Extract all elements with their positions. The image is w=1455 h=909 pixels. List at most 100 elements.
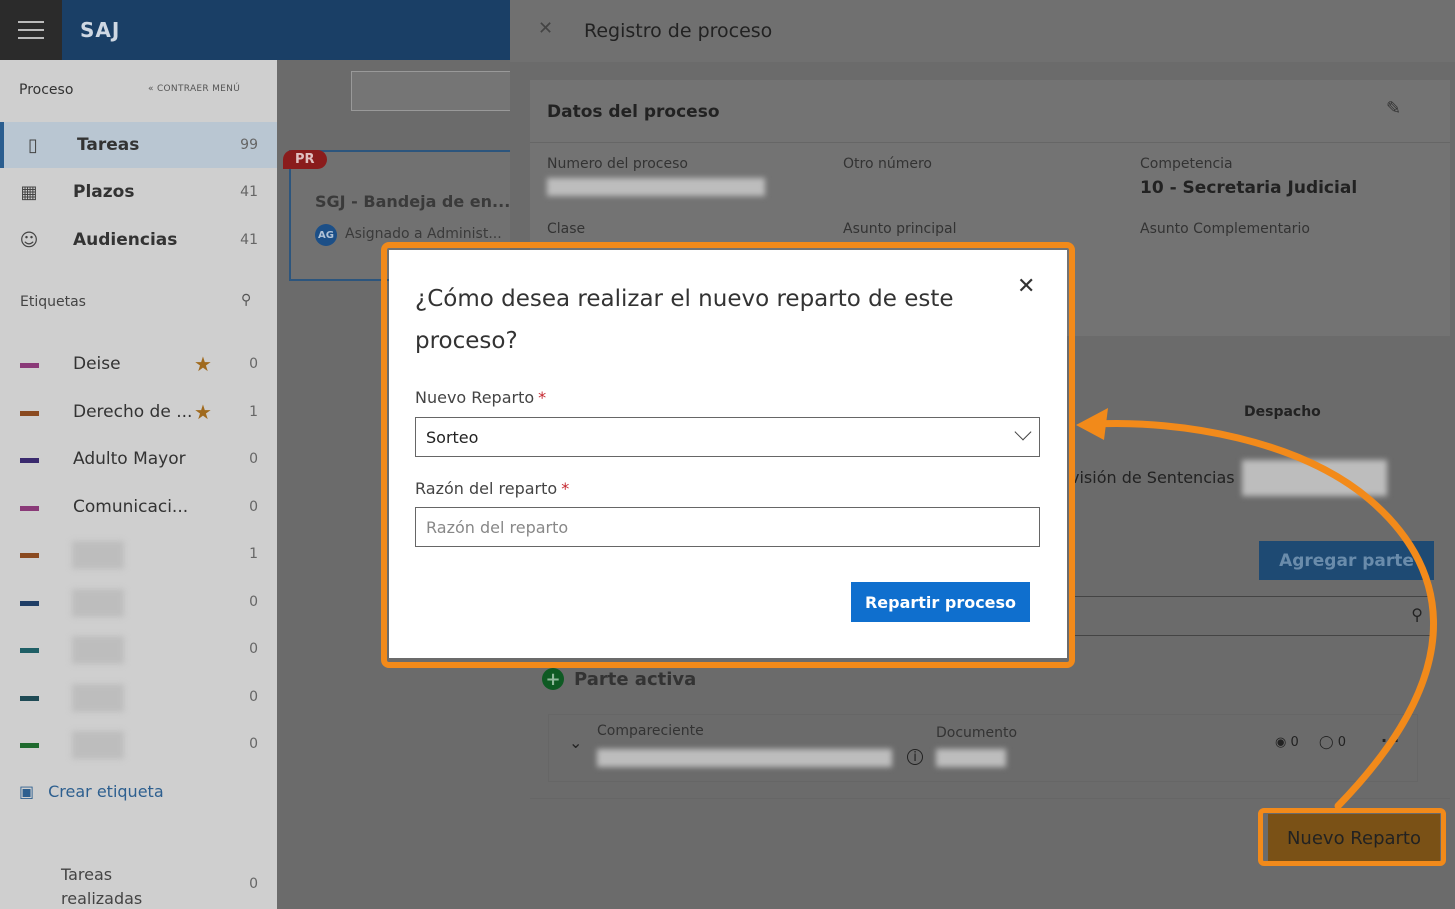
compareciente-label: Compareciente — [597, 723, 704, 739]
pencil-icon[interactable]: ✎ — [1386, 98, 1401, 119]
field-label: Clase — [547, 221, 586, 237]
avatar: AG — [315, 224, 337, 246]
sidebar-item-tareas[interactable]: ▯ Tareas 99 — [0, 122, 277, 168]
task-card-title: SGJ - Bandeja de en... — [315, 192, 511, 211]
section-title: Datos del proceso — [547, 102, 720, 122]
field-label: Asunto principal — [843, 221, 957, 237]
tag-item[interactable]: 0 — [0, 725, 277, 765]
field-label: Otro número — [843, 156, 932, 172]
tag-count: 0 — [249, 688, 258, 705]
user-count: ◉ 0 — [1275, 735, 1299, 750]
tag-item[interactable]: Comunicaci... 0 — [0, 488, 277, 528]
search-icon[interactable]: ⚲ — [241, 292, 251, 308]
add-circle-icon[interactable]: + — [542, 668, 564, 690]
party-row: ⌄ Compareciente i Documento ◉ 0 ◯ 0 ··· — [548, 714, 1418, 782]
tag-item[interactable]: Deise ★ 0 — [0, 345, 277, 385]
razon-reparto-label-text: Razón del reparto — [415, 479, 558, 498]
tag-count: 1 — [249, 403, 258, 420]
redacted-tag-name — [72, 588, 124, 617]
done-tasks-label[interactable]: Tareas realizadas — [61, 863, 181, 909]
tag-count: 0 — [249, 593, 258, 610]
tag-color-swatch — [20, 458, 39, 463]
hamburger-menu-icon[interactable] — [0, 0, 62, 60]
sidebar-item-count: 41 — [240, 184, 258, 200]
book-icon: ▯ — [28, 134, 38, 156]
redacted-value — [1242, 460, 1387, 496]
field-label: Competencia — [1140, 156, 1233, 172]
redacted-value — [936, 749, 1006, 767]
create-tag-label: Crear etiqueta — [48, 782, 164, 801]
table-header-despacho: Despacho — [1244, 404, 1321, 420]
field-value: 10 - Secretaria Judicial — [1140, 178, 1358, 198]
sidebar-item-count: 41 — [240, 232, 258, 248]
star-icon[interactable]: ★ — [194, 352, 212, 376]
repartir-proceso-button[interactable]: Repartir proceso — [851, 582, 1030, 622]
add-tag-icon: ▣ — [19, 782, 35, 801]
field-label: Asunto Complementario — [1140, 221, 1310, 237]
tag-color-swatch — [20, 410, 39, 416]
collapse-menu-link[interactable]: « CONTRAER MENÚ — [148, 84, 240, 94]
tags-title: Etiquetas — [20, 294, 86, 310]
sidebar-header: Proceso — [19, 82, 74, 98]
sidebar-item-audiencias[interactable]: ☺ Audiencias 41 — [0, 217, 277, 263]
tag-color-swatch — [20, 600, 39, 606]
razon-reparto-input[interactable] — [415, 507, 1040, 547]
panel-header: ✕ Registro de proceso — [510, 0, 1455, 62]
tag-item[interactable]: 1 — [0, 535, 277, 575]
sidebar-item-label: Tareas — [77, 135, 140, 155]
tag-count: 0 — [249, 451, 258, 467]
calendar-icon: ▦ — [20, 181, 38, 203]
field-label: Numero del proceso — [547, 156, 688, 172]
close-icon[interactable]: ✕ — [1017, 274, 1035, 299]
star-icon[interactable]: ★ — [194, 400, 212, 424]
done-tasks-count: 0 — [249, 876, 258, 892]
create-tag-link[interactable]: ▣ Crear etiqueta — [19, 782, 164, 801]
tag-item[interactable]: 0 — [0, 630, 277, 670]
dialog-title: ¿Cómo desea realizar el nuevo reparto de… — [415, 286, 954, 354]
nuevo-reparto-select[interactable]: Sorteo — [415, 417, 1040, 457]
close-icon[interactable]: ✕ — [538, 18, 553, 39]
highlight-outline — [1258, 808, 1446, 866]
panel-title: Registro de proceso — [584, 20, 773, 42]
sidebar-item-plazos[interactable]: ▦ Plazos 41 — [0, 169, 277, 215]
redacted-tag-name — [72, 636, 124, 664]
add-party-button[interactable]: Agregar parte — [1259, 541, 1434, 580]
required-mark: * — [561, 479, 570, 498]
redistribution-dialog: ¿Cómo desea realizar el nuevo reparto de… — [389, 250, 1067, 658]
required-mark: * — [538, 388, 547, 407]
tag-color-swatch — [20, 648, 39, 653]
documento-label: Documento — [936, 725, 1018, 741]
tag-count: 0 — [249, 641, 258, 657]
nuevo-reparto-label-text: Nuevo Reparto — [415, 388, 535, 407]
active-party-heading: + Parte activa — [542, 668, 696, 690]
tag-color-swatch — [20, 363, 39, 368]
tag-count: 0 — [249, 736, 258, 752]
task-card-assigned: Asignado a Administ... — [345, 226, 502, 242]
tag-item[interactable]: 0 — [0, 583, 277, 623]
comment-count: ◯ 0 — [1319, 735, 1346, 750]
tag-color-swatch — [20, 695, 39, 701]
tag-count: 0 — [249, 356, 258, 372]
tag-item[interactable]: Adulto Mayor 0 — [0, 440, 277, 480]
table-cell: visión de Sentencias — [1070, 468, 1235, 487]
tag-name: Derecho de ... — [73, 401, 193, 422]
redacted-tag-name — [72, 541, 124, 569]
tag-item[interactable]: 0 — [0, 678, 277, 718]
chevron-down-icon[interactable]: ⌄ — [569, 733, 582, 752]
tag-count: 1 — [249, 546, 258, 562]
more-options-icon[interactable]: ··· — [1381, 731, 1399, 750]
active-party-label: Parte activa — [574, 668, 697, 690]
search-icon: ⚲ — [1411, 605, 1423, 624]
redacted-tag-name — [72, 683, 124, 712]
tag-item[interactable]: Derecho de ... ★ 1 — [0, 393, 277, 433]
tag-name: Deise — [73, 354, 121, 374]
info-icon[interactable]: i — [907, 749, 923, 765]
party-search-input[interactable]: ⚲ — [1073, 596, 1434, 636]
list-search-input[interactable] — [351, 71, 531, 111]
people-icon: ☺ — [19, 229, 39, 251]
chevron-down-icon — [1014, 423, 1032, 441]
divider — [530, 798, 1450, 799]
sidebar-item-label: Plazos — [73, 182, 135, 202]
tag-color-swatch — [20, 553, 39, 558]
tag-name: Comunicaci... — [73, 496, 189, 517]
